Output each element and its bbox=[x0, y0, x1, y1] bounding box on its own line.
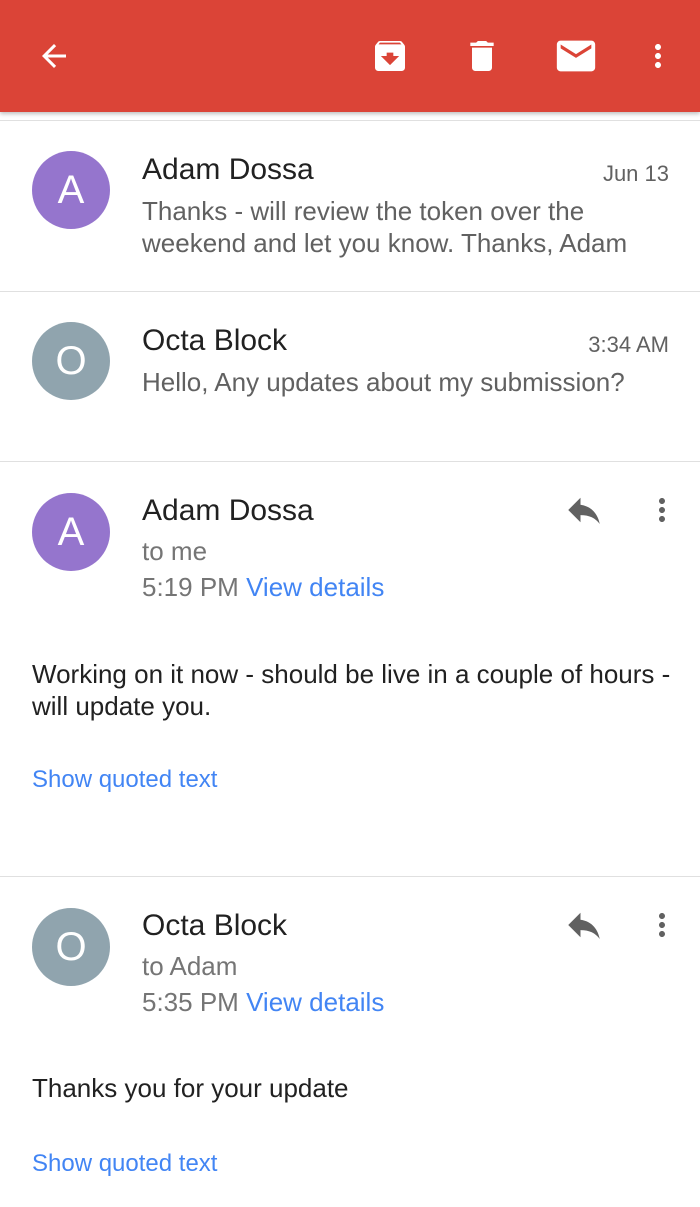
sender-name: Adam Dossa bbox=[142, 494, 314, 527]
back-button[interactable] bbox=[18, 20, 90, 92]
expanded-message: O Octa Block to Adam 5:35 PM View detail… bbox=[0, 877, 700, 1207]
message-body: Thanks you for your update bbox=[32, 1073, 349, 1103]
collapsed-message[interactable]: O Octa Block 3:34 AM Hello, Any updates … bbox=[0, 292, 700, 462]
time-line: 5:35 PM View details bbox=[142, 987, 384, 1018]
overflow-menu-button[interactable] bbox=[622, 20, 694, 92]
arrow-back-icon bbox=[42, 44, 66, 68]
view-details-link[interactable]: View details bbox=[246, 987, 384, 1017]
reply-icon bbox=[568, 497, 600, 524]
sender-name: Octa Block bbox=[142, 324, 288, 357]
conversation-thread: A Adam Dossa Jun 13 Thanks - will review… bbox=[0, 112, 700, 1207]
thread-top-divider bbox=[0, 112, 700, 121]
message-snippet: Hello, Any updates about my submission? bbox=[142, 367, 625, 397]
more-vert-icon bbox=[659, 498, 665, 522]
show-quoted-text-link[interactable]: Show quoted text bbox=[32, 1150, 217, 1178]
avatar[interactable]: A bbox=[32, 493, 110, 571]
show-quoted-text-link[interactable]: Show quoted text bbox=[32, 766, 217, 794]
more-vert-icon bbox=[655, 44, 661, 68]
recipient-line: to me bbox=[142, 536, 208, 566]
avatar[interactable]: O bbox=[32, 908, 110, 986]
message-snippet: Thanks - will review the token over the … bbox=[142, 196, 628, 258]
collapsed-message[interactable]: A Adam Dossa Jun 13 Thanks - will review… bbox=[0, 121, 700, 292]
avatar[interactable]: O bbox=[32, 322, 110, 400]
message-overflow-button[interactable] bbox=[632, 480, 692, 540]
archive-icon bbox=[375, 41, 405, 71]
expanded-message: A Adam Dossa to me 5:19 PM View details … bbox=[0, 462, 700, 877]
mark-unread-button[interactable] bbox=[540, 20, 612, 92]
message-body: Working on it now - should be live in a … bbox=[32, 659, 671, 721]
message-date: Jun 13 bbox=[602, 161, 669, 186]
message-overflow-button[interactable] bbox=[632, 895, 692, 955]
trash-icon bbox=[470, 41, 494, 71]
message-time: 3:34 AM bbox=[588, 332, 669, 357]
message-time: 5:19 PM bbox=[142, 572, 239, 602]
sender-name: Adam Dossa bbox=[142, 153, 314, 186]
mail-icon bbox=[556, 40, 596, 72]
message-time: 5:35 PM bbox=[142, 987, 239, 1017]
app-bar bbox=[0, 0, 700, 112]
reply-button[interactable] bbox=[554, 480, 614, 540]
time-line: 5:19 PM View details bbox=[142, 572, 384, 603]
reply-icon bbox=[568, 912, 600, 939]
recipient-line: to Adam bbox=[142, 951, 238, 981]
reply-button[interactable] bbox=[554, 895, 614, 955]
avatar[interactable]: A bbox=[32, 151, 110, 229]
archive-button[interactable] bbox=[354, 20, 426, 92]
delete-button[interactable] bbox=[446, 20, 518, 92]
sender-name: Octa Block bbox=[142, 909, 288, 942]
view-details-link[interactable]: View details bbox=[246, 572, 384, 602]
more-vert-icon bbox=[659, 913, 665, 937]
